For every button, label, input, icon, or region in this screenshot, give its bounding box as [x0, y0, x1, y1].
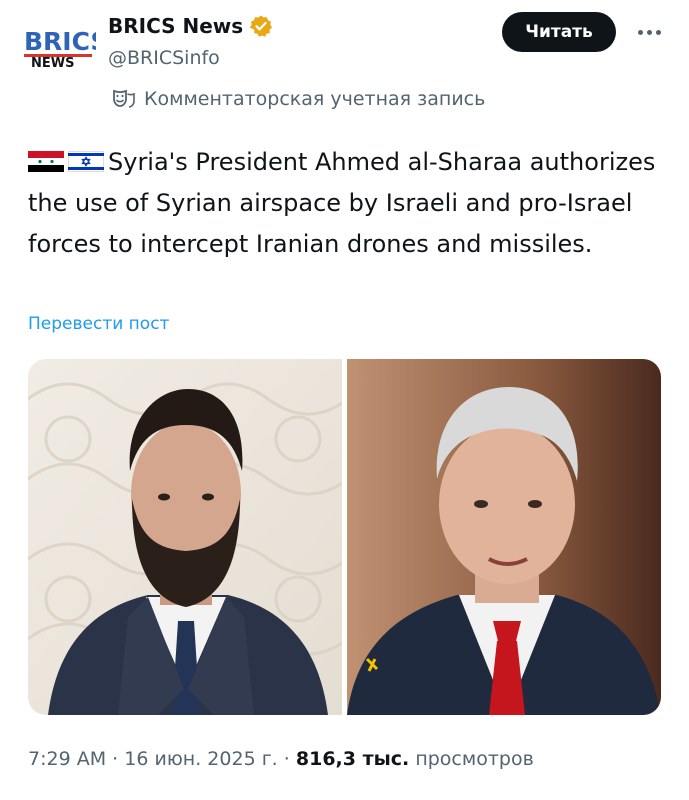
avatar[interactable]: BRICS NEWS [22, 20, 96, 76]
theater-masks-icon [113, 89, 135, 108]
author-handle[interactable]: @BRICSinfo [108, 47, 273, 69]
views-count: 816,3 тыс. [295, 748, 410, 770]
flag-syria-icon [28, 151, 64, 172]
account-label: Комментаторская учетная запись [112, 88, 485, 110]
post-meta: 7:29 AM · 16 июн. 2025 г. · 816,3 тыс. п… [28, 748, 534, 770]
post-date[interactable]: 16 июн. 2025 г. [124, 748, 277, 770]
author-display-name[interactable]: BRICS News [108, 14, 243, 38]
photo-netanyahu[interactable] [347, 359, 661, 715]
logo-text-bottom: NEWS [31, 56, 74, 71]
meta-separator: · [283, 748, 290, 770]
tweet-text: Syria's President Ahmed al-Sharaa author… [28, 142, 658, 265]
author-block: BRICS News @BRICSinfo [108, 14, 273, 69]
post-time[interactable]: 7:29 AM [28, 748, 106, 770]
author-name-row: BRICS News [108, 14, 273, 38]
account-label-text: Комментаторская учетная запись [144, 88, 486, 110]
meta-separator: · [112, 748, 119, 770]
more-options-icon[interactable] [632, 20, 666, 44]
photo-al-sharaa[interactable] [28, 359, 342, 715]
follow-button[interactable]: Читать [502, 12, 616, 52]
logo-stripe [24, 54, 92, 57]
tweet-body: Syria's President Ahmed al-Sharaa author… [28, 148, 656, 258]
brics-news-logo: BRICS NEWS [24, 27, 96, 71]
flag-israel-icon [68, 151, 104, 172]
logo-text-top: BRICS [24, 27, 96, 56]
translate-post-link[interactable]: Перевести пост [28, 314, 169, 334]
views-label: просмотров [415, 748, 534, 770]
verified-badge-icon[interactable] [249, 14, 273, 38]
media-grid [28, 359, 661, 715]
